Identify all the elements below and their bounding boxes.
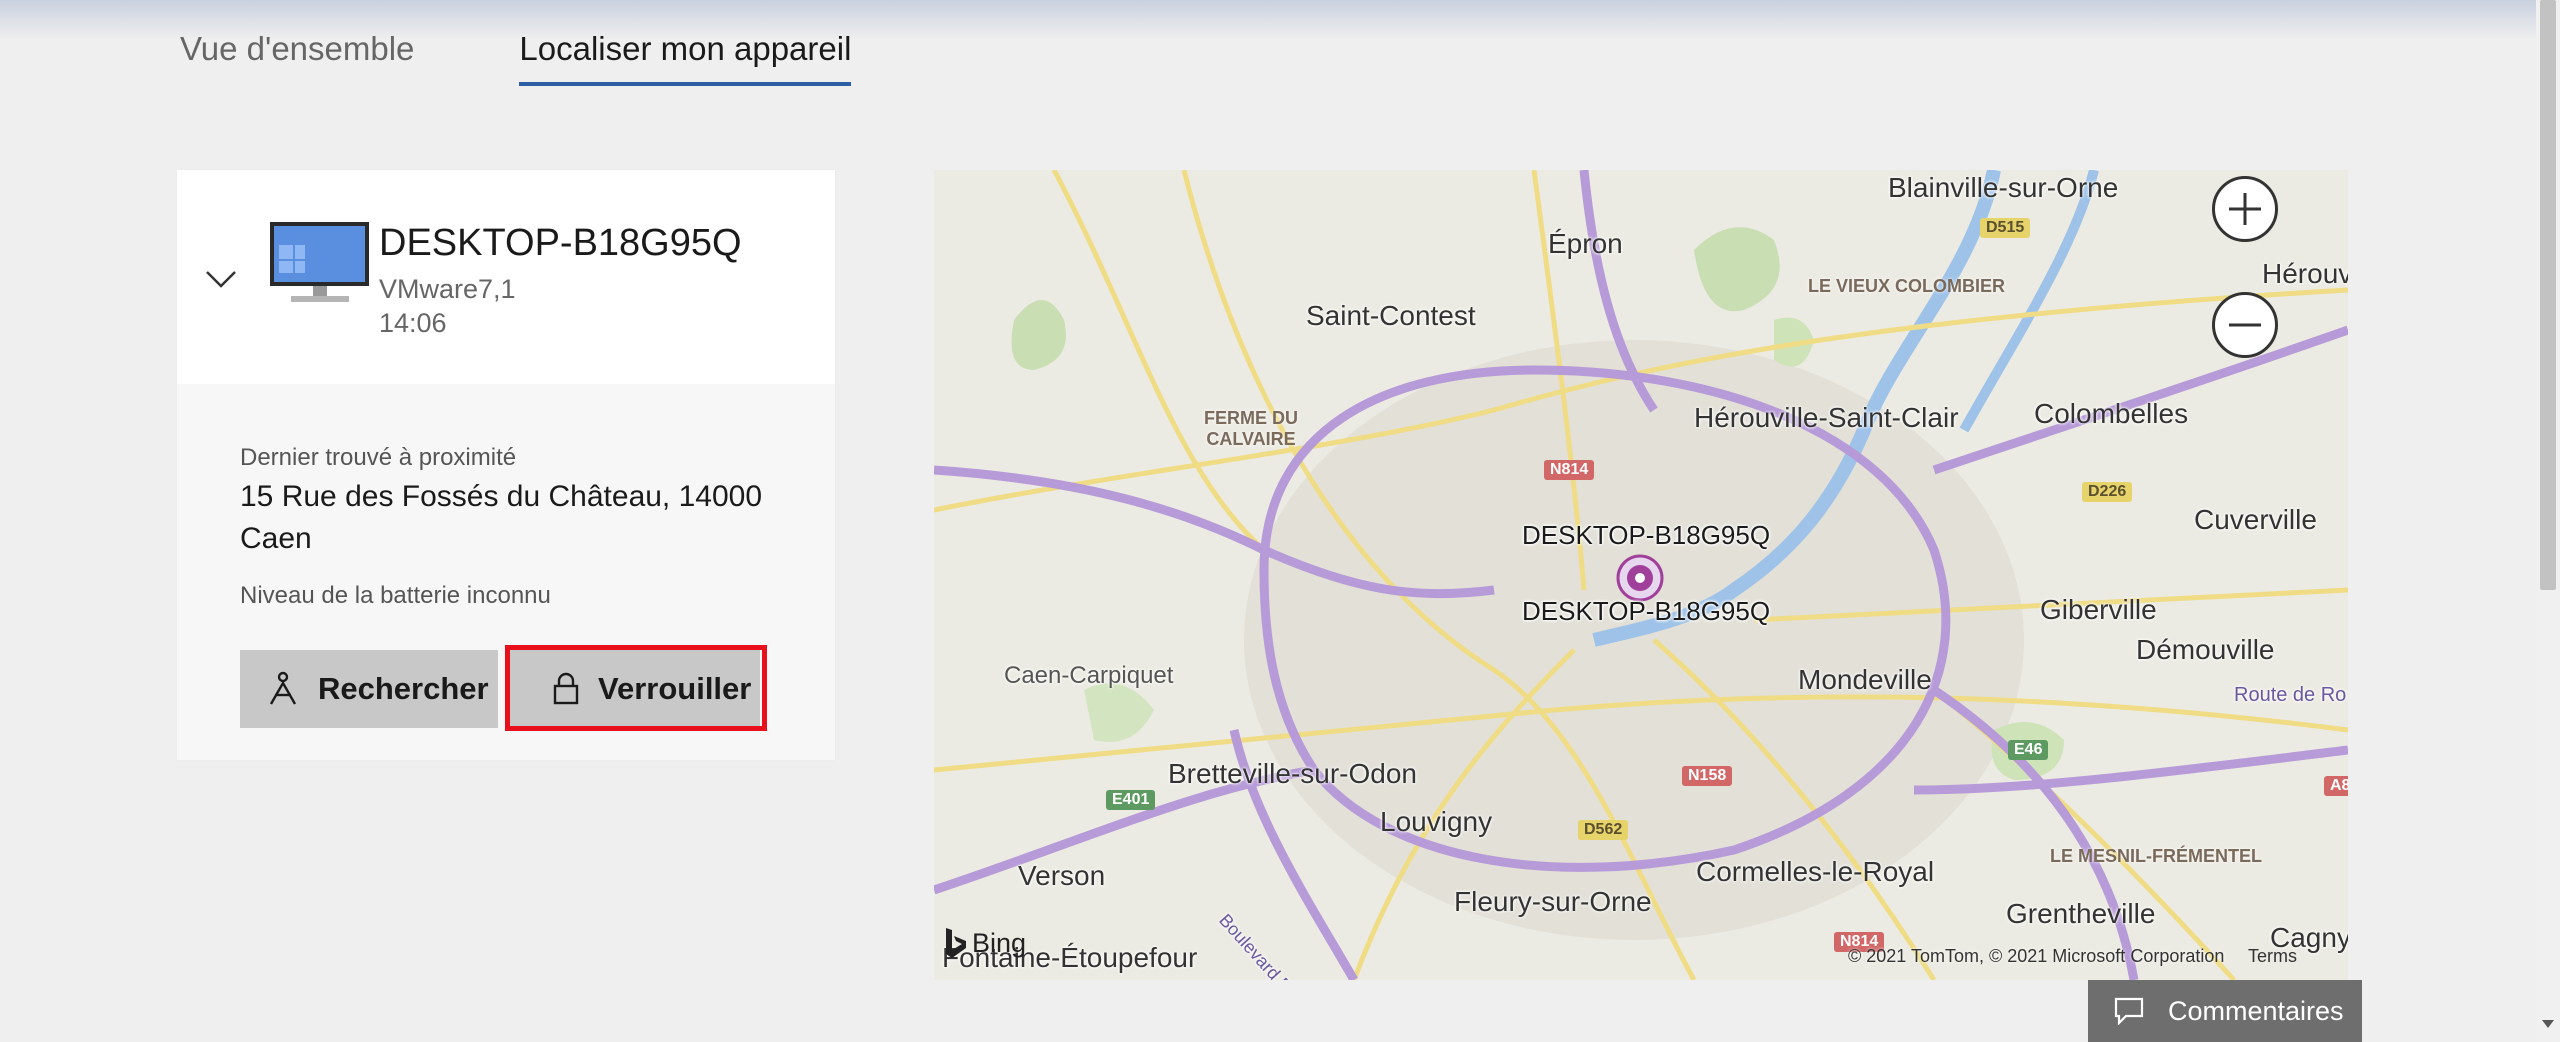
zoom-in-button[interactable] [2212,176,2278,242]
person-locate-icon [269,671,297,705]
map-label-place: Fleury-sur-Orne [1454,886,1652,917]
lock-button-label: Verrouiller [598,671,752,706]
tab-find-my-device[interactable]: Localiser mon appareil [519,30,852,86]
device-model: VMware7,1 [379,274,516,304]
map-label-district: LE MESNIL-FRÉMENTEL [2050,846,2262,866]
road-label: Route de Ro [2234,684,2347,706]
minus-icon [2229,323,2261,327]
map-copyright: © 2021 TomTom, © 2021 Microsoft Corporat… [1848,946,2225,966]
device-card-header[interactable]: DESKTOP-B18G95Q VMware7,1 14:06 [177,170,835,384]
map-view[interactable]: Blainville-sur-Orne Épron Saint-Contest … [934,170,2348,980]
device-card: DESKTOP-B18G95Q VMware7,1 14:06 Dernier … [177,170,835,760]
search-button-label: Rechercher [318,671,489,706]
map-label-place: Hérouv [2262,258,2348,289]
map-label-place: Grentheville [2006,898,2156,929]
map-label-district: FERME DU CALVAIRE [1204,408,1298,449]
map-label-place: Louvigny [1380,806,1493,837]
tab-overview[interactable]: Vue d'ensemble [180,30,414,86]
map-label-place: Colombelles [2034,398,2189,429]
map-label-place: Cormelles-le-Royal [1696,856,1935,887]
comment-icon [2114,997,2144,1025]
map-label-district: LE VIEUX COLOMBIER [1808,276,2006,296]
tab-bar: Vue d'ensemble Localiser mon appareil [180,30,956,86]
desktop-pc-icon [270,222,369,302]
plus-icon [2229,193,2261,225]
device-time: 14:06 [379,308,447,338]
device-address: 15 Rue des Fossés du Château, 14000 Caen [240,480,763,555]
road-badge: D515 [1980,218,2031,238]
scroll-down-arrow-icon[interactable] [2540,1014,2556,1034]
search-button[interactable]: Rechercher [240,650,498,728]
map-label-place: Caen-Carpiquet [1004,662,1174,689]
device-pin-label: DESKTOP-B18G95Q [1522,596,1771,626]
road-badge: E401 [1106,790,1156,810]
map-terms-link[interactable]: Terms [2248,946,2297,967]
road-badge: D562 [1578,820,1629,840]
road-badge: E46 [2008,740,2049,760]
feedback-button[interactable]: Commentaires [2088,980,2362,1042]
road-badge: N158 [1682,766,1733,786]
zoom-out-button[interactable] [2212,292,2278,358]
last-found-label: Dernier trouvé à proximité [240,444,517,471]
map-label-place: Cuverville [2194,504,2317,535]
device-pin-label: DESKTOP-B18G95Q [1522,520,1771,550]
road-badge: A8 [2324,776,2348,796]
road-badge: D226 [2082,482,2133,502]
lock-icon [553,672,579,705]
battery-status: Niveau de la batterie inconnu [240,582,551,609]
map-label-place: Hérouville-Saint-Clair [1694,402,1959,433]
map-label-place: Bretteville-sur-Odon [1168,758,1417,789]
map-label-place: Démouville [2136,634,2275,665]
map-label-place: Épron [1548,228,1623,259]
map-label-place: Mondeville [1798,664,1932,695]
bing-logo: Bing [944,926,1026,960]
map-label-place: Giberville [2040,594,2157,625]
road-badge: N814 [1544,460,1595,480]
bing-icon [946,928,966,958]
chevron-down-icon[interactable] [203,260,239,296]
map-label-place: Saint-Contest [1306,300,1476,331]
device-name: DESKTOP-B18G95Q [379,222,742,264]
lock-button[interactable]: Verrouiller [510,650,760,728]
map-label-place: Verson [1018,860,1106,891]
map-label-place: Blainville-sur-Orne [1888,172,2119,203]
scrollbar-thumb[interactable] [2540,0,2556,590]
